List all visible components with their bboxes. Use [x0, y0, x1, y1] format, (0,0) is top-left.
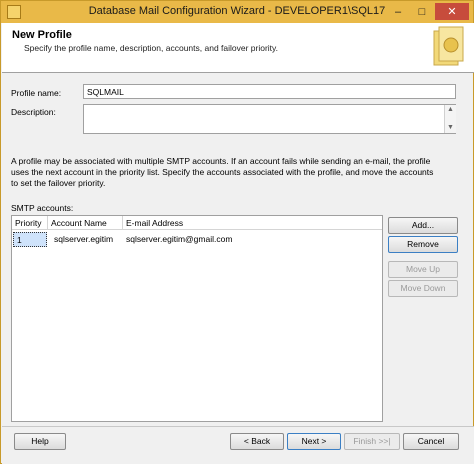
description-input[interactable] [83, 104, 456, 134]
move-up-button[interactable]: Move Up [388, 261, 458, 278]
window-controls: – □ ✕ [387, 3, 469, 20]
mail-wizard-icon [433, 26, 464, 66]
page-subtitle: Specify the profile name, description, a… [24, 43, 279, 53]
smtp-accounts-label: SMTP accounts: [11, 203, 74, 213]
wizard-window: Database Mail Configuration Wizard - DEV… [0, 0, 474, 464]
next-button[interactable]: Next > [287, 433, 341, 450]
cell-priority[interactable]: 1 [13, 232, 47, 247]
move-down-button[interactable]: Move Down [388, 280, 458, 297]
cancel-button[interactable]: Cancel [403, 433, 459, 450]
grid-header: Priority Account Name E-mail Address [12, 216, 382, 230]
remove-button[interactable]: Remove [388, 236, 458, 253]
add-button[interactable]: Add... [388, 217, 458, 234]
minimize-button[interactable]: – [387, 3, 409, 20]
footer-bar: Help < Back Next > Finish >>| Cancel [2, 427, 474, 464]
description-label: Description: [11, 107, 56, 117]
cell-account-name[interactable]: sqlserver.egitim [51, 232, 123, 247]
back-button[interactable]: < Back [230, 433, 284, 450]
table-row[interactable]: 1 sqlserver.egitim sqlserver.egitim@gmai… [12, 232, 382, 247]
column-header-priority[interactable]: Priority [12, 216, 48, 230]
column-header-email[interactable]: E-mail Address [123, 216, 382, 230]
page-header: New Profile Specify the profile name, de… [2, 23, 474, 73]
help-button[interactable]: Help [14, 433, 66, 450]
scroll-down-icon[interactable]: ▼ [445, 123, 456, 133]
maximize-button[interactable]: □ [411, 3, 433, 20]
smtp-accounts-grid[interactable]: Priority Account Name E-mail Address 1 s… [11, 215, 383, 422]
close-button[interactable]: ✕ [435, 3, 469, 20]
profile-name-label: Profile name: [11, 88, 62, 98]
info-text: A profile may be associated with multipl… [11, 156, 434, 188]
cell-email[interactable]: sqlserver.egitim@gmail.com [123, 232, 323, 247]
description-scrollbar[interactable]: ▲ ▼ [444, 105, 456, 133]
finish-button[interactable]: Finish >>| [344, 433, 400, 450]
title-bar: Database Mail Configuration Wizard - DEV… [1, 1, 473, 23]
scroll-up-icon[interactable]: ▲ [445, 105, 456, 115]
page-title: New Profile [12, 29, 72, 41]
profile-name-input[interactable]: SQLMAIL [83, 84, 456, 99]
column-header-account-name[interactable]: Account Name [48, 216, 123, 230]
